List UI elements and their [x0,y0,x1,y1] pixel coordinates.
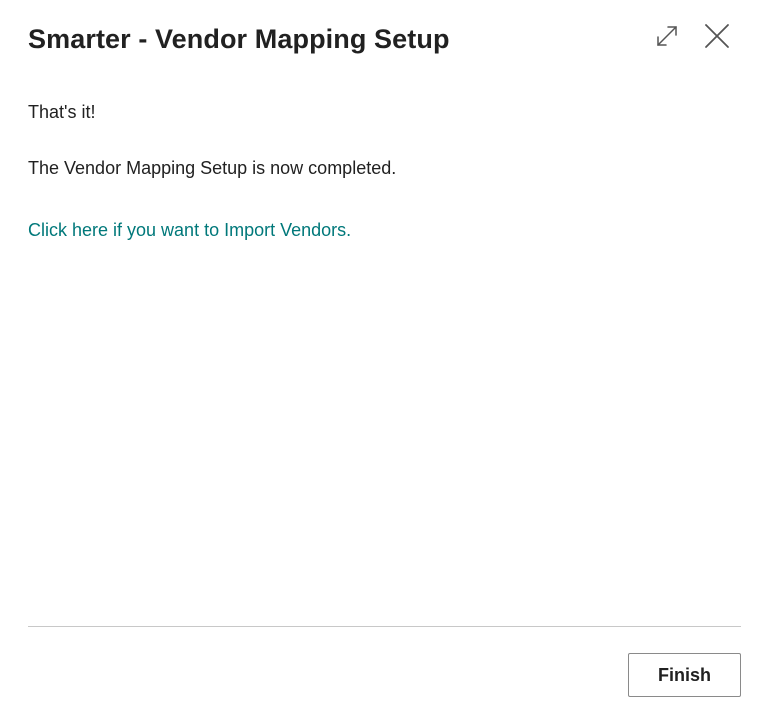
footer-divider [28,626,741,627]
close-icon [705,24,729,48]
wizard-dialog: Smarter - Vendor Mapping Setup That's it… [0,0,761,701]
finish-button[interactable]: Finish [628,653,741,697]
dialog-title: Smarter - Vendor Mapping Setup [28,24,450,54]
header-actions [653,22,731,50]
close-button[interactable] [703,22,731,50]
expand-button[interactable] [653,22,681,50]
import-vendors-link[interactable]: Click here if you want to Import Vendors… [28,218,351,242]
completion-message: The Vendor Mapping Setup is now complete… [28,158,397,178]
completion-heading: That's it! [28,102,96,122]
expand-icon [657,26,677,46]
